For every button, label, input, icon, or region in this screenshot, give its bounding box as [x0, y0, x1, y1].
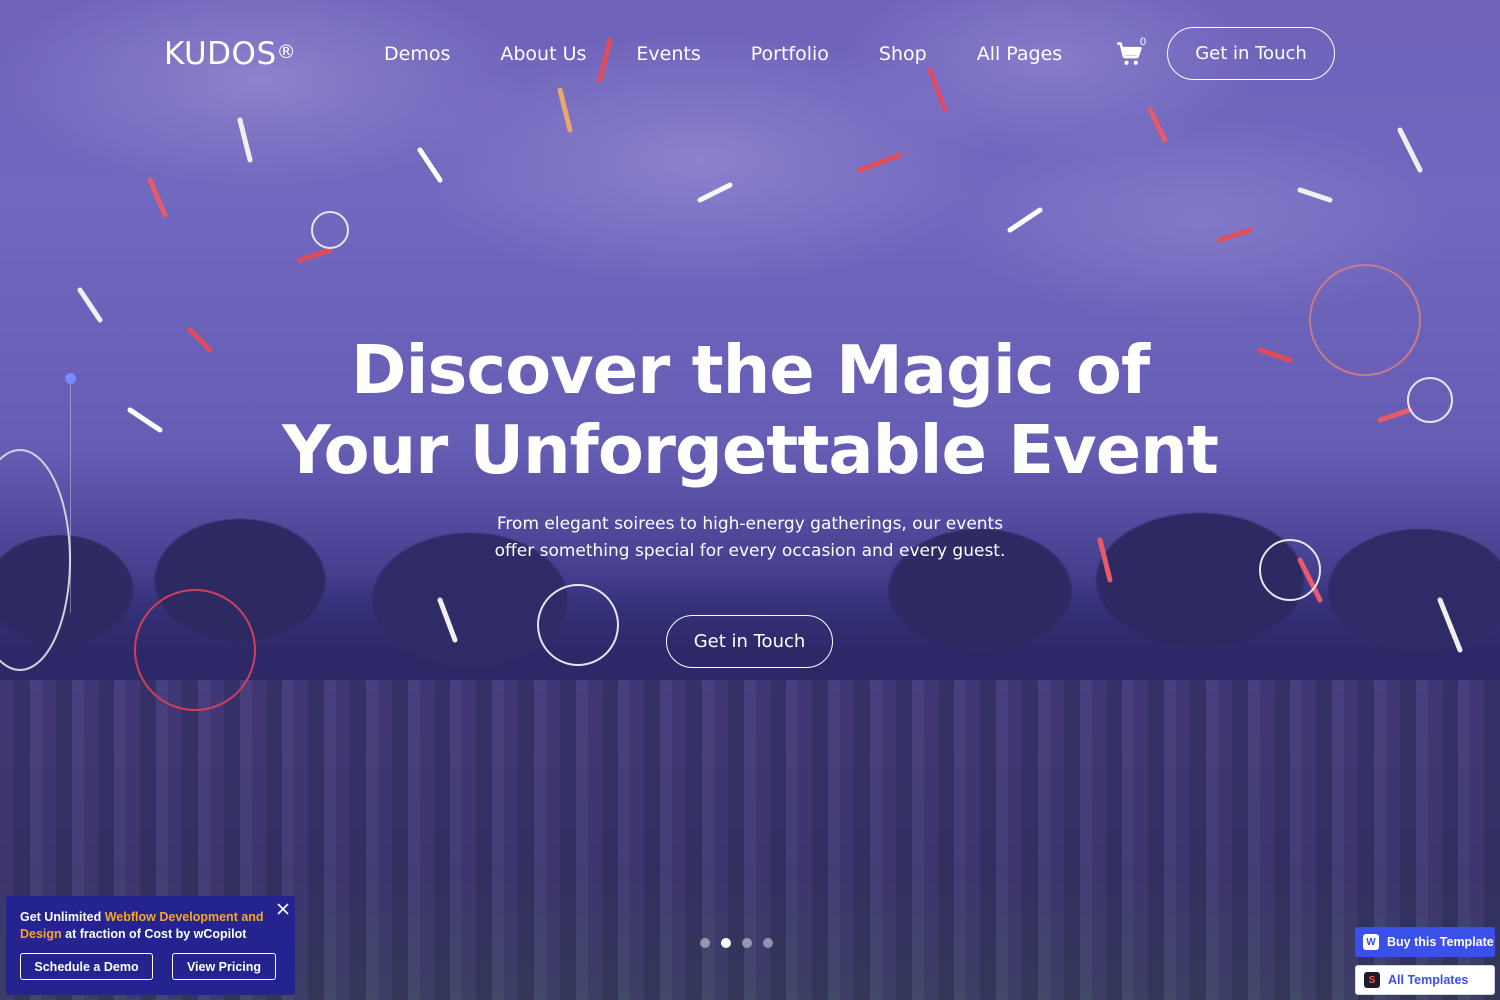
promo-popup: Get Unlimited Webflow Development and De…: [6, 896, 295, 995]
nav-link-about-us[interactable]: About Us: [500, 42, 586, 66]
webflow-icon: W: [1363, 934, 1379, 950]
nav-get-in-touch-button[interactable]: Get in Touch: [1167, 27, 1335, 80]
hero-subtitle-line-2: offer something special for every occasi…: [494, 541, 1006, 561]
view-pricing-button[interactable]: View Pricing: [172, 953, 276, 980]
promo-text-a: Get Unlimited: [20, 910, 105, 924]
slider-dot-3[interactable]: [742, 938, 752, 948]
slider-dot-2[interactable]: [721, 938, 731, 948]
all-templates-label: All Templates: [1388, 973, 1469, 987]
slider-dots: [700, 938, 773, 948]
brand-logo-text: KUDOS: [164, 36, 277, 72]
registered-mark: ®: [276, 41, 297, 63]
promo-text: Get Unlimited Webflow Development and De…: [20, 909, 272, 942]
nav-link-shop[interactable]: Shop: [879, 42, 927, 66]
hero-subtitle: From elegant soirees to high-energy gath…: [480, 511, 1020, 565]
scroll-progress-line: [70, 373, 71, 613]
cart-count-badge: 0: [1140, 36, 1147, 48]
juggling-props-decoration: [0, 37, 1463, 711]
navbar: KUDOS® Demos About Us Events Portfolio S…: [0, 0, 1500, 108]
slider-dot-4[interactable]: [763, 938, 773, 948]
templates-icon: S: [1364, 972, 1380, 988]
hero-background: [0, 0, 1500, 1000]
hero-get-in-touch-button[interactable]: Get in Touch: [666, 615, 833, 668]
slider-dot-1[interactable]: [700, 938, 710, 948]
scroll-progress-dot: [65, 373, 76, 384]
hero-title: Discover the Magic of Your Unforgettable…: [200, 330, 1300, 490]
brand-logo[interactable]: KUDOS®: [164, 34, 296, 74]
nav-link-demos[interactable]: Demos: [384, 42, 450, 66]
nav-link-all-pages[interactable]: All Pages: [977, 42, 1063, 66]
schedule-demo-button[interactable]: Schedule a Demo: [20, 953, 153, 980]
nav-link-portfolio[interactable]: Portfolio: [751, 42, 829, 66]
nav-link-events[interactable]: Events: [636, 42, 700, 66]
hero-subtitle-line-1: From elegant soirees to high-energy gath…: [496, 514, 1004, 534]
nav-links: Demos About Us Events Portfolio Shop All…: [384, 42, 1062, 66]
buy-template-button[interactable]: W Buy this Template: [1355, 927, 1495, 957]
hero-title-line-2: Your Unforgettable Event: [282, 411, 1219, 489]
hero-title-line-1: Discover the Magic of: [350, 331, 1150, 409]
close-icon[interactable]: [276, 902, 290, 916]
promo-text-b: at fraction of Cost by wCopilot: [61, 926, 247, 941]
all-templates-button[interactable]: S All Templates: [1355, 965, 1495, 995]
buy-template-label: Buy this Template: [1387, 935, 1494, 949]
